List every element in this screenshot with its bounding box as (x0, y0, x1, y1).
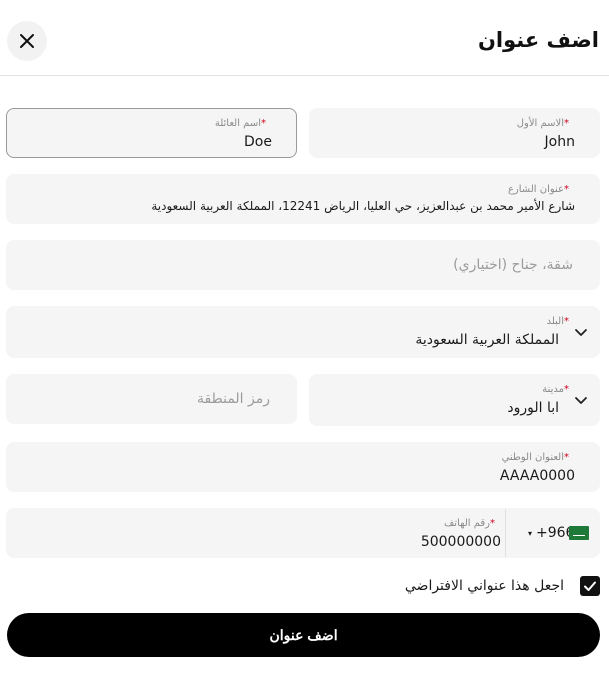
country-select[interactable]: *البلد المملكة العربية السعودية (6, 306, 600, 358)
first-name-field[interactable]: *الاسم الأول John (309, 108, 600, 158)
default-address-label: اجعل هذا عنواني الافتراضي (404, 578, 564, 594)
required-star: * (261, 118, 266, 129)
last-name-field[interactable]: *اسم العائلة Doe (6, 108, 297, 158)
phone-field: *رقم الهاتف 500000000 ▾ +966 (6, 508, 600, 558)
saudi-arabia-flag-icon (569, 526, 589, 540)
checkmark-icon (584, 581, 596, 591)
zip-code-placeholder: رمز المنطقة (197, 391, 270, 407)
close-button[interactable] (7, 21, 47, 61)
city-label: مدينة (542, 384, 564, 395)
chevron-down-icon (575, 397, 587, 404)
first-name-label: الاسم الأول (516, 118, 564, 129)
default-address-checkbox[interactable] (580, 576, 600, 596)
default-address-row: اجعل هذا عنواني الافتراضي (405, 575, 600, 597)
last-name-value: Doe (244, 134, 272, 150)
required-star: * (490, 518, 495, 529)
phone-label: رقم الهاتف (443, 518, 490, 529)
required-star: * (564, 184, 569, 195)
close-icon (20, 34, 34, 48)
page-title: اضف عنوان (477, 28, 599, 52)
national-address-label: العنوان الوطني (501, 452, 564, 463)
city-value: ابا الورود (507, 400, 559, 416)
required-star: * (564, 384, 569, 395)
country-code-select[interactable]: ▾ +966 (528, 509, 574, 557)
country-value: المملكة العربية السعودية (415, 332, 559, 348)
required-star: * (564, 316, 569, 327)
first-name-value: John (544, 134, 575, 150)
add-address-button[interactable]: اضف عنوان (7, 613, 600, 657)
last-name-label: اسم العائلة (214, 118, 261, 129)
street-address-field[interactable]: *عنوان الشارع شارع الأمير محمد بن عبدالع… (6, 174, 600, 224)
national-address-value: AAAA0000 (499, 468, 575, 484)
required-star: * (564, 452, 569, 463)
city-select[interactable]: *مدينة ابا الورود (309, 374, 600, 426)
country-code-caret-icon: ▾ (528, 528, 533, 538)
national-address-field[interactable]: *العنوان الوطني AAAA0000 (6, 442, 600, 492)
country-label: البلد (546, 316, 564, 327)
zip-code-field[interactable]: رمز المنطقة (6, 374, 297, 424)
chevron-down-icon (575, 329, 587, 336)
phone-input[interactable]: 500000000 (421, 534, 501, 550)
street-address-label: عنوان الشارع (507, 184, 564, 195)
street-address-value: شارع الأمير محمد بن عبدالعزيز، حي العليا… (151, 199, 575, 213)
phone-divider (505, 509, 506, 557)
modal-header: اضف عنوان (0, 0, 609, 76)
apartment-placeholder: شقة، جناح (اختياري) (453, 257, 573, 273)
required-star: * (564, 118, 569, 129)
apartment-field[interactable]: شقة، جناح (اختياري) (6, 240, 600, 290)
